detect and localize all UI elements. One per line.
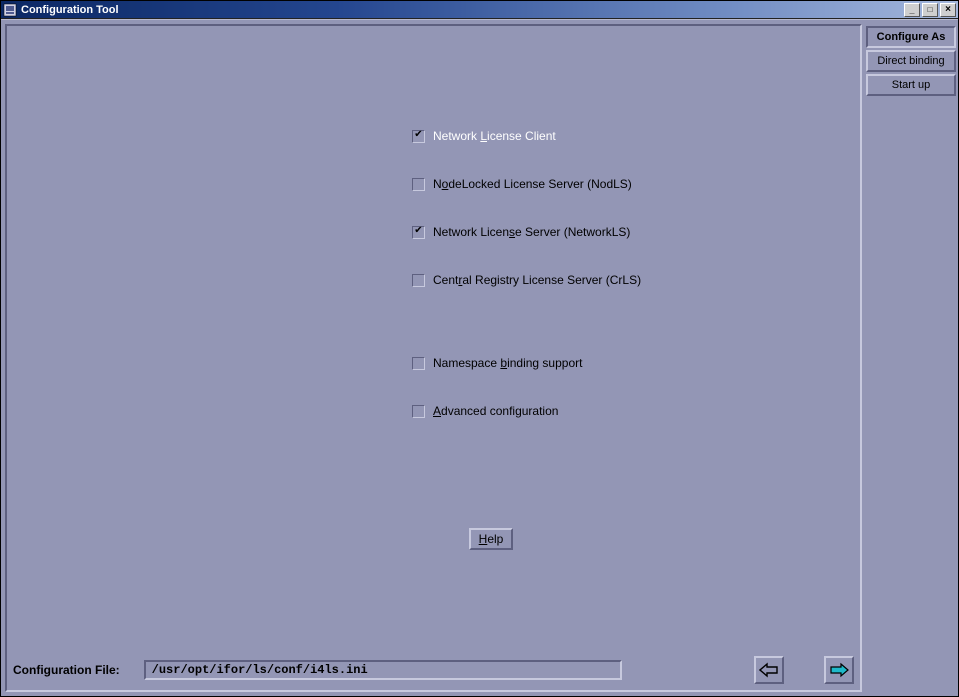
- side-tabs: Configure As Direct binding Start up: [866, 20, 958, 696]
- checkbox-icon: [412, 405, 425, 418]
- arrow-left-icon: [759, 662, 779, 678]
- tab-configure-as[interactable]: Configure As: [866, 26, 956, 48]
- bottom-row: Configuration File:: [13, 656, 854, 684]
- form-area: Network License Client NodeLocked Licens…: [7, 26, 860, 690]
- back-button[interactable]: [754, 656, 784, 684]
- help-button[interactable]: Help: [469, 528, 513, 550]
- config-file-input[interactable]: [144, 660, 622, 680]
- check-network-license-server[interactable]: Network License Server (NetworkLS): [412, 225, 630, 239]
- maximize-button[interactable]: □: [922, 3, 938, 17]
- check-label: Network License Server (NetworkLS): [433, 225, 630, 239]
- app-window: Configuration Tool _ □ × Network License…: [0, 0, 959, 697]
- client-area: Network License Client NodeLocked Licens…: [1, 19, 958, 696]
- window-title: Configuration Tool: [21, 4, 119, 16]
- checkbox-icon: [412, 357, 425, 370]
- check-label: NodeLocked License Server (NodLS): [433, 177, 632, 191]
- check-advanced-configuration[interactable]: Advanced configuration: [412, 404, 558, 418]
- checkbox-icon: [412, 226, 425, 239]
- checkbox-icon: [412, 130, 425, 143]
- close-button[interactable]: ×: [940, 3, 956, 17]
- arrow-right-icon: [829, 662, 849, 678]
- checkbox-icon: [412, 178, 425, 191]
- main-frame: Network License Client NodeLocked Licens…: [5, 24, 862, 692]
- config-file-label: Configuration File:: [13, 663, 120, 677]
- check-label: Namespace binding support: [433, 356, 582, 370]
- check-namespace-binding-support[interactable]: Namespace binding support: [412, 356, 582, 370]
- titlebar[interactable]: Configuration Tool _ □ ×: [1, 1, 958, 19]
- check-network-license-client[interactable]: Network License Client: [412, 129, 556, 143]
- check-central-registry-license-server[interactable]: Central Registry License Server (CrLS): [412, 273, 641, 287]
- check-nodelocked-license-server[interactable]: NodeLocked License Server (NodLS): [412, 177, 632, 191]
- checkbox-icon: [412, 274, 425, 287]
- minimize-button[interactable]: _: [904, 3, 920, 17]
- tab-direct-binding[interactable]: Direct binding: [866, 50, 956, 72]
- tab-start-up[interactable]: Start up: [866, 74, 956, 96]
- check-label: Advanced configuration: [433, 404, 558, 418]
- next-button[interactable]: [824, 656, 854, 684]
- app-icon: [3, 3, 17, 17]
- check-label: Network License Client: [433, 129, 556, 143]
- check-label: Central Registry License Server (CrLS): [433, 273, 641, 287]
